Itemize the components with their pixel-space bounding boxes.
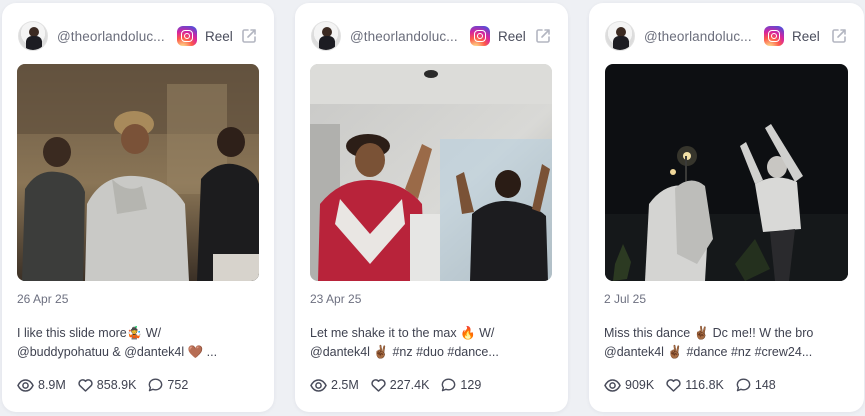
account-handle[interactable]: @theorlandoluc... (57, 29, 169, 44)
likes-stat: 227.4K (371, 378, 430, 392)
external-link-icon[interactable] (534, 27, 552, 45)
post-card[interactable]: @theorlandoluc... Reel 2 Jul 25 Miss thi… (589, 3, 864, 412)
comment-icon (736, 378, 751, 392)
eye-icon (310, 378, 327, 392)
comment-icon (442, 378, 456, 392)
post-date: 23 Apr 25 (310, 292, 362, 306)
post-type-label: Reel (205, 28, 233, 44)
eye-icon (604, 378, 621, 392)
post-stats: 8.9M 858.9K 752 (17, 378, 200, 392)
instagram-icon (470, 26, 490, 46)
eye-icon (17, 378, 34, 392)
views-count: 909K (625, 378, 655, 392)
post-header: @theorlandoluc... Reel (18, 19, 258, 53)
post-caption: Let me shake it to the max 🔥 W/ @dantek4… (310, 324, 546, 362)
likes-count: 858.9K (96, 378, 137, 392)
caption-line: @dantek4l ✌🏾 #dance #nz #crew24... (604, 345, 813, 359)
caption-line: @dantek4l ✌🏾 #nz #duo #dance... (310, 345, 499, 359)
heart-icon (371, 378, 386, 392)
post-caption: I like this slide more🤹 W/ @buddypohatuu… (17, 324, 253, 362)
views-count: 2.5M (331, 378, 359, 392)
avatar[interactable] (605, 21, 635, 51)
comments-stat: 752 (148, 378, 188, 392)
avatar[interactable] (18, 21, 48, 51)
comments-count: 148 (754, 378, 776, 392)
post-date: 2 Jul 25 (604, 292, 647, 306)
heart-icon (78, 378, 93, 392)
caption-line: @buddypohatuu & @dantek4l 🤎 ... (17, 345, 218, 359)
account-handle[interactable]: @theorlandoluc... (350, 29, 462, 44)
post-stats: 909K 116.8K 148 (604, 378, 788, 392)
post-date: 26 Apr 25 (17, 292, 69, 306)
heart-icon (666, 378, 681, 392)
caption-line: Let me shake it to the max 🔥 W/ (310, 326, 495, 340)
views-stat: 909K (604, 378, 654, 392)
avatar[interactable] (311, 21, 341, 51)
post-type-label: Reel (792, 28, 820, 44)
comments-stat: 148 (736, 378, 776, 392)
reel-thumbnail[interactable] (17, 64, 259, 281)
post-header: @theorlandoluc... Reel (311, 19, 552, 53)
comments-count: 752 (167, 378, 189, 392)
views-count: 8.9M (38, 378, 66, 392)
views-stat: 2.5M (310, 378, 359, 392)
likes-count: 116.8K (685, 378, 724, 392)
instagram-icon (177, 26, 197, 46)
caption-line: I like this slide more🤹 W/ (17, 326, 162, 340)
likes-stat: 116.8K (666, 378, 724, 392)
account-handle[interactable]: @theorlandoluc... (644, 29, 756, 44)
post-stats: 2.5M 227.4K 129 (310, 378, 493, 392)
post-caption: Miss this dance ✌🏾 Dc me!! W the bro @da… (604, 324, 840, 362)
views-stat: 8.9M (17, 378, 66, 392)
caption-line: Miss this dance ✌🏾 Dc me!! W the bro (604, 326, 814, 340)
reel-thumbnail[interactable] (605, 64, 848, 281)
instagram-icon (764, 26, 784, 46)
external-link-icon[interactable] (830, 27, 848, 45)
comments-count: 129 (460, 378, 482, 392)
post-type-label: Reel (498, 28, 526, 44)
post-card[interactable]: @theorlandoluc... Reel (295, 3, 568, 412)
post-header: @theorlandoluc... Reel (605, 19, 848, 53)
comment-icon (149, 378, 163, 392)
post-card[interactable]: @theorlandoluc... Reel (2, 3, 274, 412)
reel-thumbnail[interactable] (310, 64, 552, 281)
external-link-icon[interactable] (240, 27, 258, 45)
likes-stat: 858.9K (78, 378, 137, 392)
likes-count: 227.4K (389, 378, 430, 392)
comments-stat: 129 (441, 378, 481, 392)
